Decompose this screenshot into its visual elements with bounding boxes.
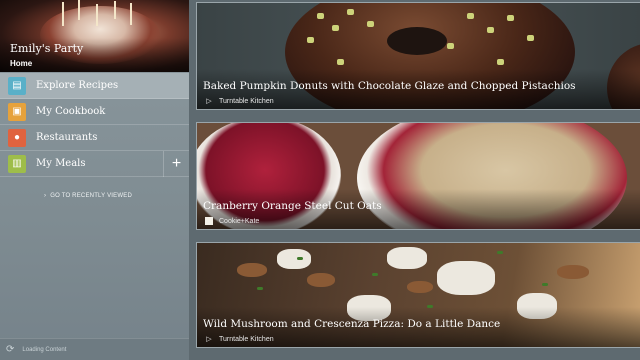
pistachio [307,37,314,43]
pistachio [497,59,504,65]
party-title: Emily's Party [10,42,84,55]
mushroom [237,263,267,277]
meals-icon: ▥ [8,154,26,173]
chevron-right-icon: › [44,193,47,199]
recipe-title: Baked Pumpkin Donuts with Chocolate Glaz… [203,80,576,92]
play-circle-icon: ▷ [206,98,212,105]
herb [372,273,378,276]
nav-item-my-meals[interactable]: ▥ My Meals + [0,151,189,177]
cookbook-icon: ▣ [8,102,26,121]
play-circle-icon: ▷ [206,336,212,343]
recipe-title: Cranberry Orange Steel Cut Oats [203,200,382,212]
party-header[interactable]: Emily's Party Home [0,0,189,72]
cheese [437,261,495,295]
nav-item-label: Restaurants [36,132,98,143]
pistachio [367,21,374,27]
sidebar: Emily's Party Home ▤ Explore Recipes ▣ M… [0,0,189,360]
status-label: Loading Content [22,346,67,353]
recipe-source: Cookie+Kate [205,217,259,225]
mushroom [307,273,335,287]
pistachio [317,13,324,19]
candle [130,3,132,25]
nav-item-my-cookbook[interactable]: ▣ My Cookbook [0,99,189,125]
pistachio [332,25,339,31]
candle [114,1,116,19]
pistachio [507,15,514,21]
recipe-source: ▷ Turntable Kitchen [205,97,274,106]
herb [257,287,263,290]
recipe-card[interactable]: Baked Pumpkin Donuts with Chocolate Glaz… [196,2,640,110]
map-pin-icon: ● [8,128,26,147]
add-meal-button[interactable]: + [163,151,189,177]
recipe-card[interactable]: Wild Mushroom and Crescenza Pizza: Do a … [196,242,640,348]
mushroom [557,265,589,279]
donut-hole [387,27,447,55]
nav-item-explore-recipes[interactable]: ▤ Explore Recipes [0,73,189,99]
recently-viewed-label: GO TO RECENTLY VIEWED [50,193,132,199]
square-icon [205,217,213,225]
cheese [277,249,311,269]
herb [297,257,303,260]
pistachio [347,9,354,15]
pistachio [447,43,454,49]
candle [62,2,64,26]
pistachio [467,13,474,19]
herb [542,283,548,286]
mushroom [407,281,433,293]
herb [497,251,503,254]
source-label: Cookie+Kate [219,217,260,225]
recently-viewed-link[interactable]: › GO TO RECENTLY VIEWED [44,193,132,199]
nav-item-label: My Meals [36,158,86,169]
recipe-source: ▷ Turntable Kitchen [205,335,274,344]
source-label: Turntable Kitchen [219,335,274,343]
candle [96,4,98,26]
pistachio [337,59,344,65]
nav-list: ▤ Explore Recipes ▣ My Cookbook ● Restau… [0,73,189,177]
pistachio [487,27,494,33]
recipe-book-icon: ▤ [8,76,26,95]
status-bar: ⟳ Loading Content [0,338,189,360]
nav-item-label: Explore Recipes [36,80,119,91]
party-subtitle: Home [10,59,33,68]
nav-item-restaurants[interactable]: ● Restaurants [0,125,189,151]
source-label: Turntable Kitchen [219,97,274,105]
recipe-card[interactable]: Cranberry Orange Steel Cut Oats Cookie+K… [196,122,640,230]
recipe-title: Wild Mushroom and Crescenza Pizza: Do a … [203,318,501,330]
refresh-icon: ⟳ [6,344,15,355]
pistachio [527,35,534,41]
candle [78,0,80,20]
cheese [387,247,427,269]
nav-item-label: My Cookbook [36,106,106,117]
